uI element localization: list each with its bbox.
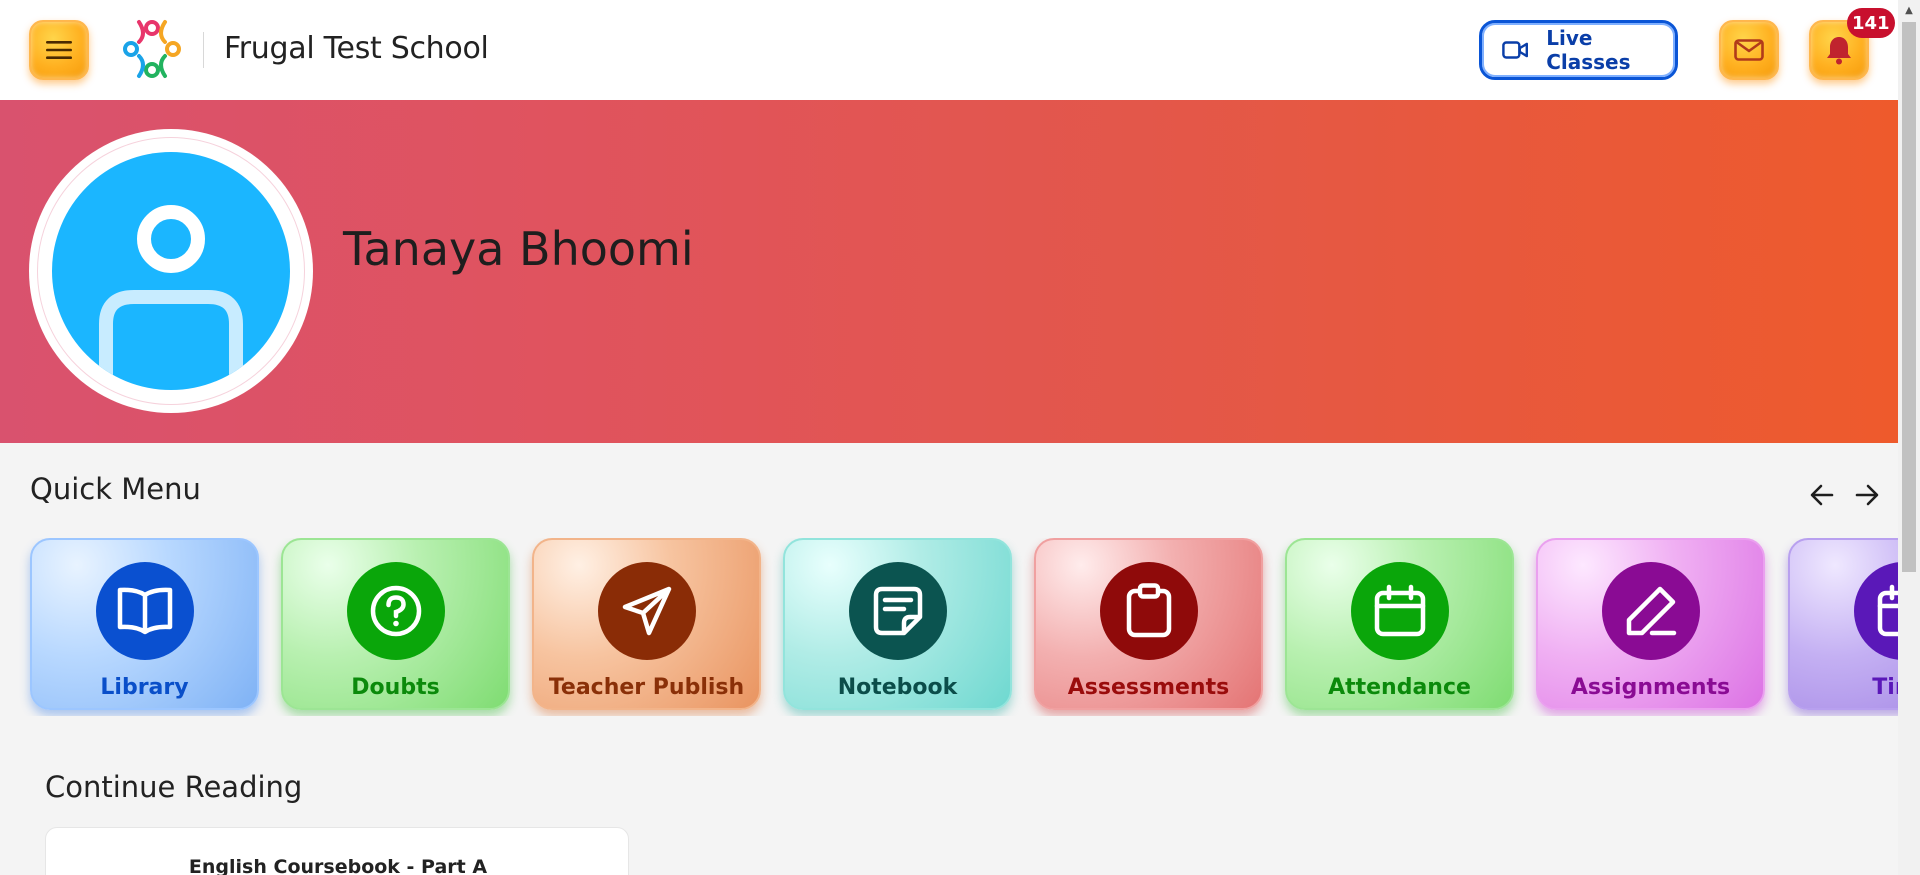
- clipboard-icon: [1126, 583, 1171, 638]
- hamburger-menu-button[interactable]: [29, 20, 89, 80]
- quick-menu-doubts[interactable]: Doubts: [281, 538, 510, 710]
- quick-menu-library[interactable]: Library: [30, 538, 259, 710]
- pen-icon: [1626, 586, 1676, 636]
- assessments-icon-circle: [1099, 562, 1198, 660]
- mail-button[interactable]: [1719, 20, 1779, 80]
- doubts-icon-circle: [346, 562, 445, 660]
- arrow-left-icon: [1810, 484, 1834, 506]
- quick-menu-attendance[interactable]: Attendance: [1285, 538, 1514, 710]
- tile-label: Teacher Publish: [548, 675, 745, 700]
- note-icon: [873, 586, 922, 636]
- brand-divider: [203, 32, 204, 68]
- tile-label: Library: [100, 675, 189, 700]
- tile-label: Notebook: [837, 675, 958, 700]
- assignments-icon-circle: [1601, 562, 1700, 660]
- hamburger-icon: [46, 41, 72, 59]
- quick-menu-assessments[interactable]: Assessments: [1034, 538, 1263, 710]
- arrow-right-icon: [1855, 484, 1879, 506]
- quick-menu-teacher-publish[interactable]: Teacher Publish: [532, 538, 761, 710]
- live-classes-label: Live Classes: [1546, 26, 1631, 74]
- quick-menu-notebook[interactable]: Notebook: [783, 538, 1012, 710]
- continue-reading-title: Continue Reading: [45, 770, 303, 804]
- quick-menu-assignments[interactable]: Assignments: [1536, 538, 1765, 710]
- tile-label: Assignments: [1570, 675, 1731, 700]
- brand-name: Frugal Test School: [224, 31, 489, 66]
- quick-menu-prev-button[interactable]: [1806, 479, 1838, 511]
- quick-menu-carousel: Library Doubts Teacher Publish Notebook …: [0, 538, 1898, 716]
- top-header: Frugal Test School Live Classes 141: [0, 0, 1898, 100]
- video-camera-icon: [1502, 41, 1529, 59]
- calendar-icon: [1877, 584, 1898, 637]
- send-icon: [622, 586, 671, 636]
- question-icon: [370, 585, 421, 637]
- attendance-icon-circle: [1350, 562, 1449, 660]
- school-logo: [123, 20, 181, 78]
- scrollbar-thumb[interactable]: [1902, 22, 1916, 572]
- user-name: Tanaya Bhoomi: [343, 222, 694, 276]
- calendar-icon: [1374, 584, 1425, 637]
- time-icon-circle: [1853, 562, 1898, 660]
- quick-menu-time[interactable]: Time: [1788, 538, 1898, 710]
- tile-label: Doubts: [351, 675, 440, 700]
- tile-label: Attendance: [1328, 675, 1471, 700]
- scroll-up-arrow-icon[interactable]: ▲: [1902, 4, 1916, 18]
- book-icon: [117, 587, 172, 635]
- tile-label: Time: [1872, 675, 1898, 700]
- notification-count-badge: 141: [1847, 8, 1895, 38]
- book-title: English Coursebook - Part A: [188, 856, 488, 875]
- mail-icon: [1734, 39, 1764, 61]
- library-icon-circle: [95, 562, 194, 660]
- bell-icon: [1827, 37, 1851, 65]
- live-classes-button[interactable]: Live Classes: [1479, 20, 1678, 80]
- continue-reading-card[interactable]: English Coursebook - Part A: [45, 827, 629, 875]
- avatar-ring: [37, 137, 305, 405]
- quick-menu-title: Quick Menu: [30, 472, 201, 506]
- teacher-publish-icon-circle: [597, 562, 696, 660]
- tile-label: Assessments: [1067, 675, 1230, 700]
- notebook-icon-circle: [848, 562, 947, 660]
- quick-menu-next-button[interactable]: [1851, 479, 1883, 511]
